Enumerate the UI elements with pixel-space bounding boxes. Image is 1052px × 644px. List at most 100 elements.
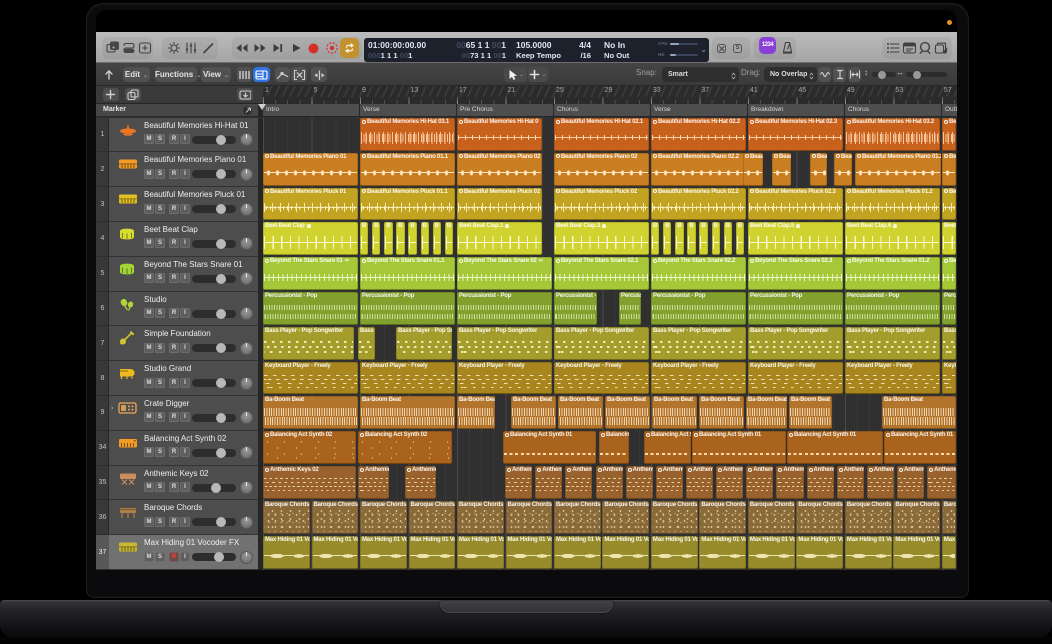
marker-track-header[interactable]: Marker	[96, 104, 258, 117]
stop-go-to-beginning-button[interactable]	[269, 37, 286, 59]
count-in-button[interactable]: 1234	[759, 37, 776, 54]
track-header-4[interactable]: Beet Beat ClapMSRI	[109, 222, 258, 257]
region[interactable]: Beautiful Memories Pluck 01	[263, 188, 358, 221]
region[interactable]: Beautiful Memories Pluck 02	[457, 188, 542, 221]
region[interactable]: Ba-Boom Beat	[263, 396, 358, 429]
mixer-button[interactable]	[183, 37, 199, 59]
track-pan-knob[interactable]	[240, 272, 253, 285]
arrangement-marker-intro[interactable]: Intro	[263, 104, 359, 116]
track-solo-button[interactable]: S	[155, 273, 165, 283]
track-name[interactable]: Beyond The Stars Snare 01	[144, 260, 254, 269]
track-input-monitor-button[interactable]: I	[180, 552, 190, 562]
track-pan-knob[interactable]	[240, 168, 253, 181]
arrangement-marker-pre-chorus[interactable]: Pre Chorus	[457, 104, 553, 116]
track-record-enable-button[interactable]: R	[169, 378, 179, 388]
region[interactable]: Bass Player - Pop Songwriter	[651, 327, 746, 360]
track-volume-slider[interactable]	[192, 379, 236, 387]
track-pan-knob[interactable]	[240, 133, 253, 146]
track-pan-knob[interactable]	[240, 237, 253, 250]
region[interactable]: Balancing Act Synth 01	[644, 431, 691, 464]
track-input-monitor-button[interactable]: I	[180, 447, 190, 457]
record-button[interactable]	[305, 37, 322, 59]
master-mute-button[interactable]	[717, 44, 726, 53]
track-solo-button[interactable]: S	[155, 343, 165, 353]
menu-functions[interactable]: Functions⌄	[155, 67, 197, 82]
region[interactable]: Keyboard Player - Freely	[360, 362, 455, 395]
track-name[interactable]: Baroque Chords	[144, 503, 254, 512]
region[interactable]: Beautiful Memories Piano 01.2	[855, 153, 941, 186]
region[interactable]: Balancing Act Synth 01	[884, 431, 956, 464]
track-record-enable-button[interactable]: R	[169, 204, 179, 214]
track-input-monitor-button[interactable]: I	[180, 482, 190, 492]
metronome-button[interactable]	[779, 37, 795, 59]
region[interactable]: Baroque Chords	[360, 501, 407, 534]
track-solo-button[interactable]: S	[155, 204, 165, 214]
region[interactable]: Keyboard Player - Freely	[263, 362, 358, 395]
volume-slider-thumb[interactable]	[216, 448, 226, 458]
region[interactable]: Max Hiding 01 Vocoder FX	[602, 536, 649, 569]
track-header-7[interactable]: Simple FoundationMSRI	[109, 326, 258, 361]
track-solo-button[interactable]: S	[155, 517, 165, 527]
region[interactable]: Ba-Boom Beat	[882, 396, 956, 429]
region[interactable]: Balancing Act Synth 01	[692, 431, 786, 464]
track-record-enable-button[interactable]: R	[169, 238, 179, 248]
region[interactable]: Anthemic Keys 02	[897, 466, 924, 499]
region[interactable]: Beautiful Memories Hi-Hat 03.3	[942, 118, 956, 151]
piano-roll-button[interactable]	[253, 67, 270, 82]
region[interactable]: Keyboard Player - Freely	[942, 362, 956, 395]
region[interactable]: B	[712, 222, 720, 255]
volume-slider-thumb[interactable]	[216, 239, 226, 249]
track-input-monitor-button[interactable]: I	[180, 238, 190, 248]
region[interactable]: Keyboard Player - Freely	[457, 362, 552, 395]
track-input-monitor-button[interactable]: I	[180, 273, 190, 283]
track-input-monitor-button[interactable]: I	[180, 378, 190, 388]
track-record-enable-button[interactable]: R	[169, 169, 179, 179]
region[interactable]: Anthemic Keys 02	[656, 466, 683, 499]
region[interactable]: Baroque Chords	[942, 501, 956, 534]
region[interactable]: Anthemic Keys 02	[867, 466, 894, 499]
region[interactable]: Beautiful Memories Piano	[743, 153, 763, 186]
track-mute-button[interactable]: M	[144, 238, 154, 248]
track-pan-knob[interactable]	[240, 446, 253, 459]
track-mute-button[interactable]: M	[144, 552, 154, 562]
region[interactable]: Beautiful Memories Hi-Hat 03.2	[845, 118, 940, 151]
horizontal-auto-zoom-button[interactable]	[848, 67, 861, 82]
playhead-marker[interactable]	[258, 104, 266, 110]
track-record-enable-button[interactable]: R	[169, 517, 179, 527]
region[interactable]: Beautiful Memories Piano 01.1	[360, 153, 455, 186]
region[interactable]: Keyboard Player - Freely	[651, 362, 746, 395]
region[interactable]: Percussionist - Pop	[651, 292, 746, 325]
track-solo-button[interactable]: S	[155, 447, 165, 457]
vertical-zoom-slider[interactable]	[872, 72, 896, 77]
region[interactable]: Balancing Act Synth 01	[503, 431, 596, 464]
region[interactable]: Baroque Chords	[893, 501, 940, 534]
track-pan-knob[interactable]	[240, 551, 253, 564]
track-name[interactable]: Studio	[144, 295, 254, 304]
track-mute-button[interactable]: M	[144, 447, 154, 457]
volume-slider-thumb[interactable]	[214, 552, 224, 562]
region[interactable]: Beautiful Memories Piano	[772, 153, 791, 186]
track-pan-knob[interactable]	[240, 481, 253, 494]
region[interactable]: Beautiful Memories Pluck 02.3	[748, 188, 843, 221]
track-volume-slider[interactable]	[192, 553, 236, 561]
region[interactable]: Max Hiding 01 Vocoder FX	[457, 536, 504, 569]
region[interactable]: Beautiful Memories Piano 01	[263, 153, 358, 186]
region[interactable]: Max Hiding 01 Vocoder FX	[699, 536, 746, 569]
region[interactable]: Anthemic Keys 02	[746, 466, 773, 499]
region[interactable]: B	[736, 222, 744, 255]
region[interactable]: Ba-Boom Beat	[558, 396, 603, 429]
region[interactable]: Max Hiding 01 Vocoder FX	[893, 536, 940, 569]
track-mute-button[interactable]: M	[144, 378, 154, 388]
region[interactable]: Beyond The Stars Snare 02∞	[457, 257, 552, 290]
vertical-zoom-thumb[interactable]	[878, 71, 886, 79]
track-name[interactable]: Balancing Act Synth 02	[144, 434, 254, 443]
region[interactable]: Anthemic Keys 02	[626, 466, 653, 499]
region[interactable]: Percussionist - Pop	[263, 292, 358, 325]
track-solo-button[interactable]: S	[155, 169, 165, 179]
track-solo-button[interactable]: S	[155, 308, 165, 318]
region[interactable]: B	[408, 222, 416, 255]
region[interactable]: Max Hiding 01 Vocoder FX	[845, 536, 892, 569]
track-volume-slider[interactable]	[192, 449, 236, 457]
track-solo-button[interactable]: S	[155, 552, 165, 562]
arrangement-marker-chorus[interactable]: Chorus	[554, 104, 650, 116]
